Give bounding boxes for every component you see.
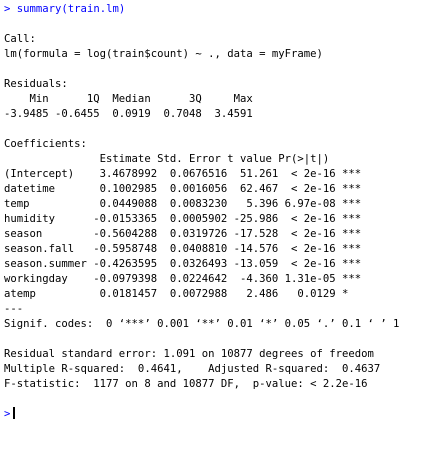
text-cursor — [13, 407, 16, 419]
coefficient-row: atemp 0.0181457 0.0072988 2.486 0.0129 * — [4, 288, 362, 300]
coefficients-column-headers: Estimate Std. Error t value Pr(>|t|) — [4, 153, 355, 165]
separator: --- — [4, 303, 24, 315]
coefficient-row: temp 0.0449088 0.0083230 5.396 6.97e-08 … — [4, 198, 362, 210]
signif-codes: Signif. codes: 0 ‘***’ 0.001 ‘**’ 0.01 ‘… — [4, 318, 400, 330]
residuals-header: Residuals: — [4, 78, 68, 90]
coefficients-header: Coefficients: — [4, 138, 87, 150]
input-prompt-line[interactable]: > — [4, 407, 447, 422]
residuals-values: -3.9485 -0.6455 0.0919 0.7048 3.4591 — [4, 108, 260, 120]
coefficient-row: humidity -0.0153365 0.0005902 -25.986 < … — [4, 213, 362, 225]
coefficient-row: datetime 0.1002985 0.0016056 62.467 < 2e… — [4, 183, 362, 195]
call-header: Call: — [4, 33, 36, 45]
command-line: > summary(train.lm) — [4, 2, 447, 17]
residual-standard-error: Residual standard error: 1.091 on 10877 … — [4, 348, 374, 360]
input-prompt-symbol: > — [4, 408, 11, 420]
r-console[interactable]: > summary(train.lm) Call: lm(formula = l… — [4, 0, 447, 454]
f-statistic-line: F-statistic: 1177 on 8 and 10877 DF, p-v… — [4, 378, 368, 390]
coefficient-row: workingday -0.0979398 0.0224642 -4.360 1… — [4, 273, 362, 285]
command-text: summary(train.lm) — [16, 3, 126, 15]
coefficient-row: season -0.5604288 0.0319726 -17.528 < 2e… — [4, 228, 362, 240]
call-formula: lm(formula = log(train$count) ~ ., data … — [4, 48, 323, 60]
coefficient-row: season.summer -0.4263595 0.0326493 -13.0… — [4, 258, 362, 270]
coefficient-row: season.fall -0.5958748 0.0408810 -14.576… — [4, 243, 362, 255]
coefficient-row: (Intercept) 3.4678992 0.0676516 51.261 <… — [4, 168, 362, 180]
residuals-labels: Min 1Q Median 3Q Max — [4, 93, 260, 105]
coefficients-table: (Intercept) 3.4678992 0.0676516 51.261 <… — [4, 167, 447, 302]
r-squared-line: Multiple R-squared: 0.4641, Adjusted R-s… — [4, 363, 387, 375]
prompt-symbol: > — [4, 3, 11, 15]
